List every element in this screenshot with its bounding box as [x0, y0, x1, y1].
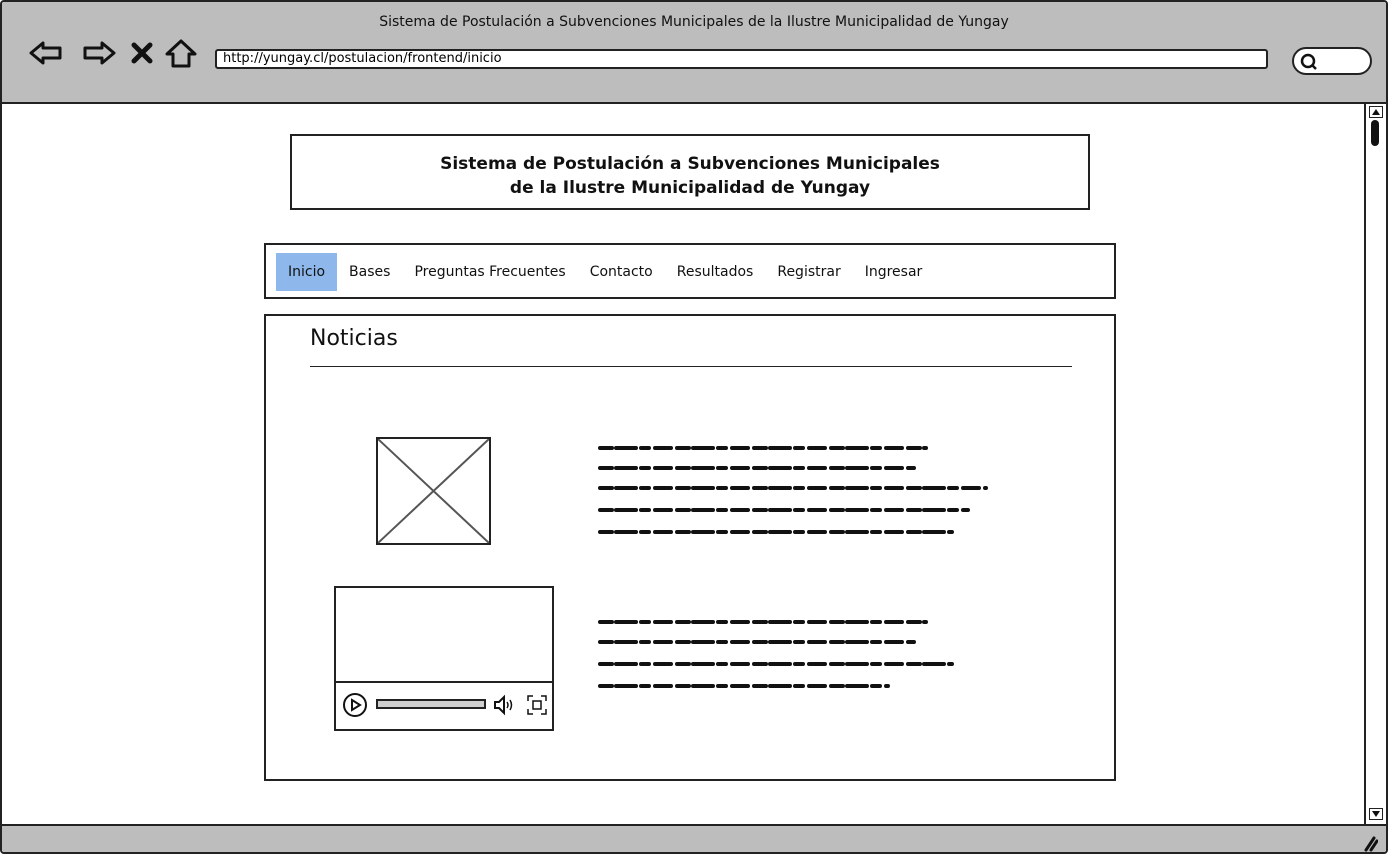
- forward-button[interactable]: [81, 38, 117, 68]
- scrollbar-thumb[interactable]: [1371, 120, 1379, 146]
- nav-item-inicio[interactable]: Inicio: [276, 253, 338, 291]
- header-line-2: de la Ilustre Municipalidad de Yungay: [509, 178, 871, 198]
- nav-item-preguntas-frecuentes[interactable]: Preguntas Frecuentes: [402, 253, 577, 291]
- scroll-up-icon[interactable]: [1369, 106, 1383, 118]
- vertical-scrollbar[interactable]: [1364, 104, 1386, 824]
- nav-item-bases[interactable]: Bases: [337, 253, 402, 291]
- image-placeholder-icon: [378, 439, 489, 543]
- stop-button[interactable]: [130, 38, 154, 68]
- window-title: Sistema de Postulación a Subvenciones Mu…: [379, 14, 1009, 30]
- news-text-2: [598, 620, 954, 688]
- home-button[interactable]: [164, 38, 198, 68]
- url-field[interactable]: [215, 49, 1268, 69]
- news-text-1: [598, 446, 988, 534]
- search-field[interactable]: [1292, 47, 1372, 75]
- main-nav: Inicio Bases Preguntas Frecuentes Contacto R…: [264, 243, 1116, 299]
- news-heading: Noticias: [310, 326, 398, 351]
- video-controls: [336, 681, 552, 729]
- news-panel: Noticias: [264, 314, 1116, 781]
- browser-window: Sistema de Postulación a Subvenciones Mu…: [0, 0, 1388, 854]
- home-icon: [165, 39, 197, 68]
- video-player[interactable]: [334, 586, 554, 731]
- page-header: Sistema de Postulación a Subvenciones Mu…: [290, 134, 1090, 210]
- nav-item-contacto[interactable]: Contacto: [578, 253, 665, 291]
- image-placeholder: [376, 437, 491, 545]
- video-progress-bar[interactable]: [376, 699, 486, 709]
- status-bar: [2, 824, 1386, 852]
- back-arrow-icon: [29, 41, 62, 65]
- volume-icon[interactable]: [492, 693, 516, 717]
- nav-items: Inicio Bases Preguntas Frecuentes Contacto R…: [276, 253, 934, 291]
- browser-chrome: Sistema de Postulación a Subvenciones Mu…: [2, 2, 1386, 104]
- play-icon[interactable]: [342, 692, 368, 718]
- resize-grip-icon[interactable]: [1360, 834, 1378, 852]
- search-icon: [1300, 53, 1317, 70]
- heading-divider: [310, 366, 1072, 367]
- back-button[interactable]: [28, 38, 64, 68]
- page-content: Sistema de Postulación a Subvenciones Mu…: [2, 104, 1364, 824]
- forward-arrow-icon: [83, 41, 116, 65]
- nav-item-ingresar[interactable]: Ingresar: [853, 253, 935, 291]
- nav-item-registrar[interactable]: Registrar: [765, 253, 852, 291]
- fullscreen-icon[interactable]: [526, 694, 548, 716]
- close-icon: [131, 42, 153, 64]
- scroll-down-icon[interactable]: [1369, 808, 1383, 820]
- header-line-1: Sistema de Postulación a Subvenciones Mu…: [440, 154, 940, 174]
- nav-item-resultados[interactable]: Resultados: [665, 253, 766, 291]
